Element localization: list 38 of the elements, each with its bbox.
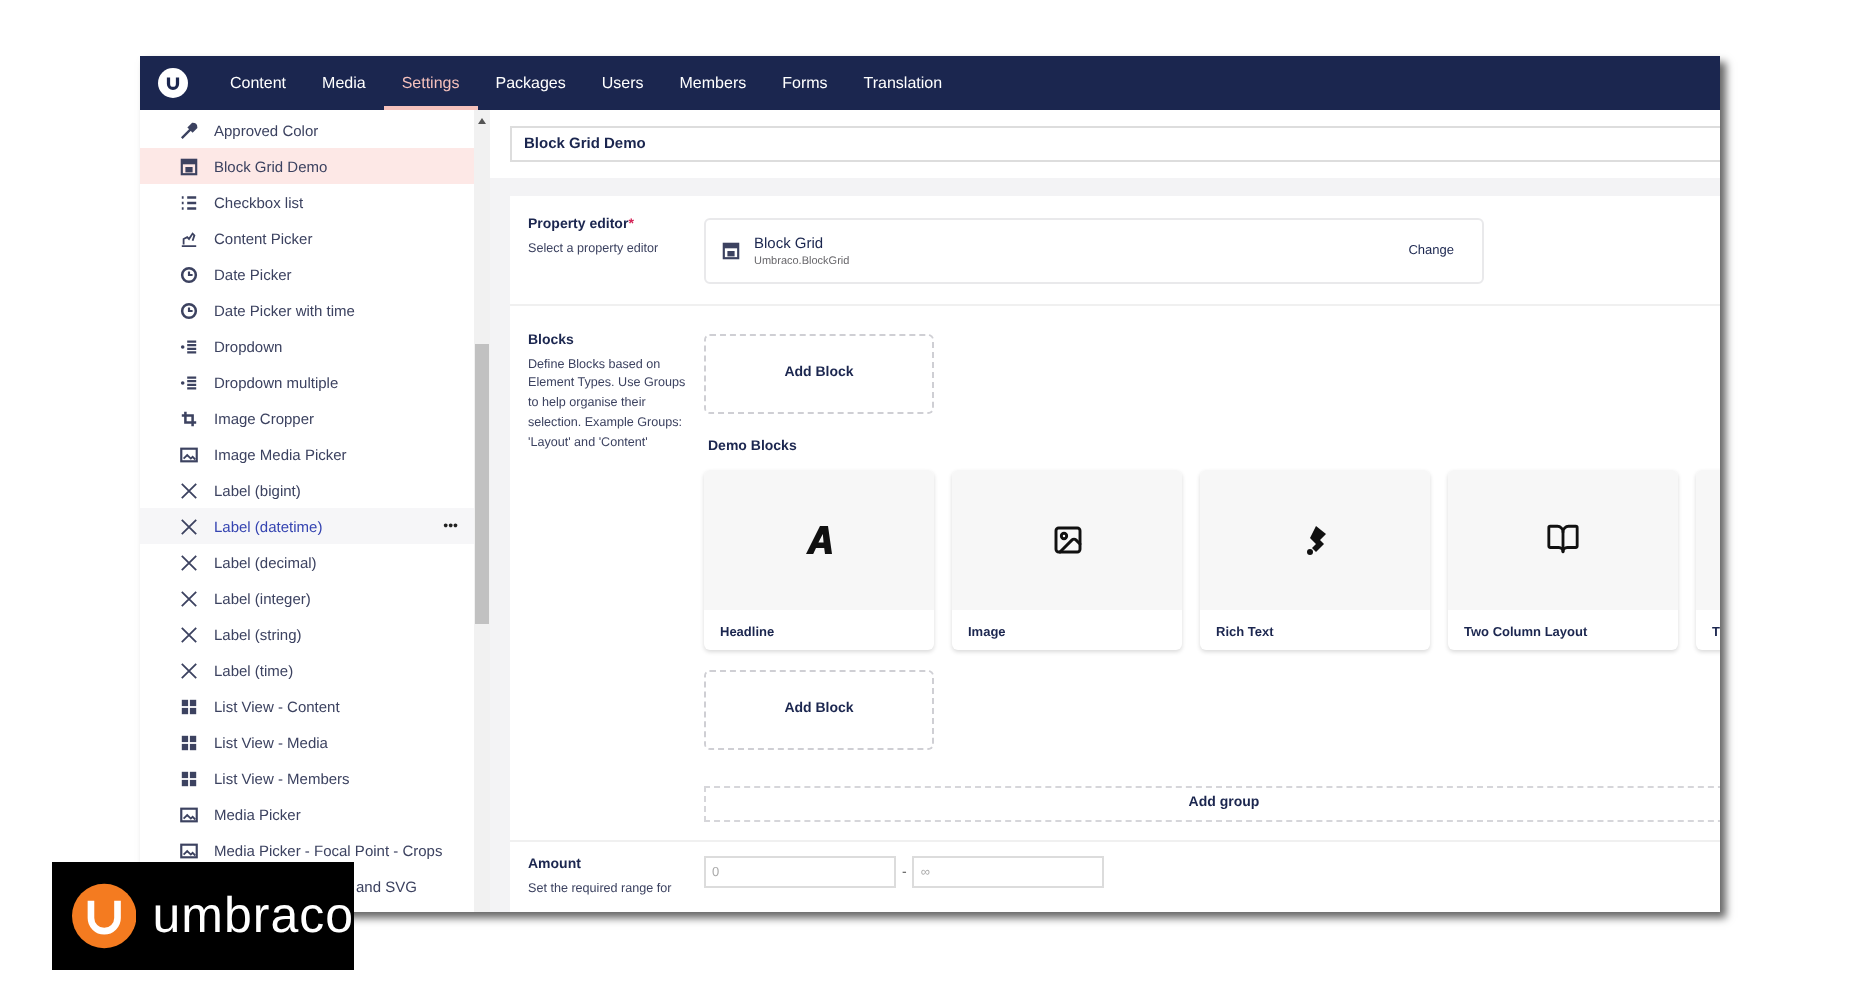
logo-icon[interactable] — [158, 68, 188, 98]
clock-icon — [180, 301, 198, 319]
open-book-icon — [1546, 522, 1580, 556]
grid-icon — [180, 157, 198, 175]
section-tab[interactable]: Media — [304, 56, 384, 110]
cross-icon — [180, 661, 198, 679]
crop-icon — [180, 409, 198, 427]
scroll-up-icon[interactable] — [478, 118, 486, 124]
section-tab[interactable]: Translation — [845, 56, 961, 110]
section-tab[interactable]: Settings — [383, 56, 478, 110]
list-icon — [180, 193, 198, 211]
section-tab[interactable]: Content — [212, 56, 305, 110]
bulleted-list-icon — [180, 337, 198, 355]
cross-icon — [180, 481, 198, 499]
scrollbar-thumb[interactable] — [474, 344, 490, 624]
logo-text: umbraco — [152, 887, 354, 945]
scrollbar[interactable] — [474, 110, 490, 912]
clock-icon — [180, 265, 198, 283]
section-tab[interactable]: Users — [583, 56, 662, 110]
grid-list-icon — [180, 697, 198, 715]
cross-icon — [180, 625, 198, 643]
image-icon — [180, 805, 198, 823]
image-icon — [180, 445, 198, 463]
bulleted-list-icon — [180, 373, 198, 391]
section-tab[interactable]: Packages — [477, 56, 584, 110]
image-icon — [180, 841, 198, 859]
cross-icon — [180, 517, 198, 535]
cross-icon — [180, 589, 198, 607]
logo-icon — [72, 882, 137, 950]
section-tab[interactable]: Members — [661, 56, 765, 110]
cross-icon — [180, 553, 198, 571]
grid-icon — [722, 241, 740, 259]
grid-list-icon — [180, 769, 198, 787]
section-tab[interactable]: Forms — [764, 56, 846, 110]
letter-a-icon — [803, 523, 835, 555]
eyedropper-icon — [180, 121, 198, 139]
image-icon — [1051, 523, 1083, 555]
grid-list-icon — [180, 733, 198, 751]
